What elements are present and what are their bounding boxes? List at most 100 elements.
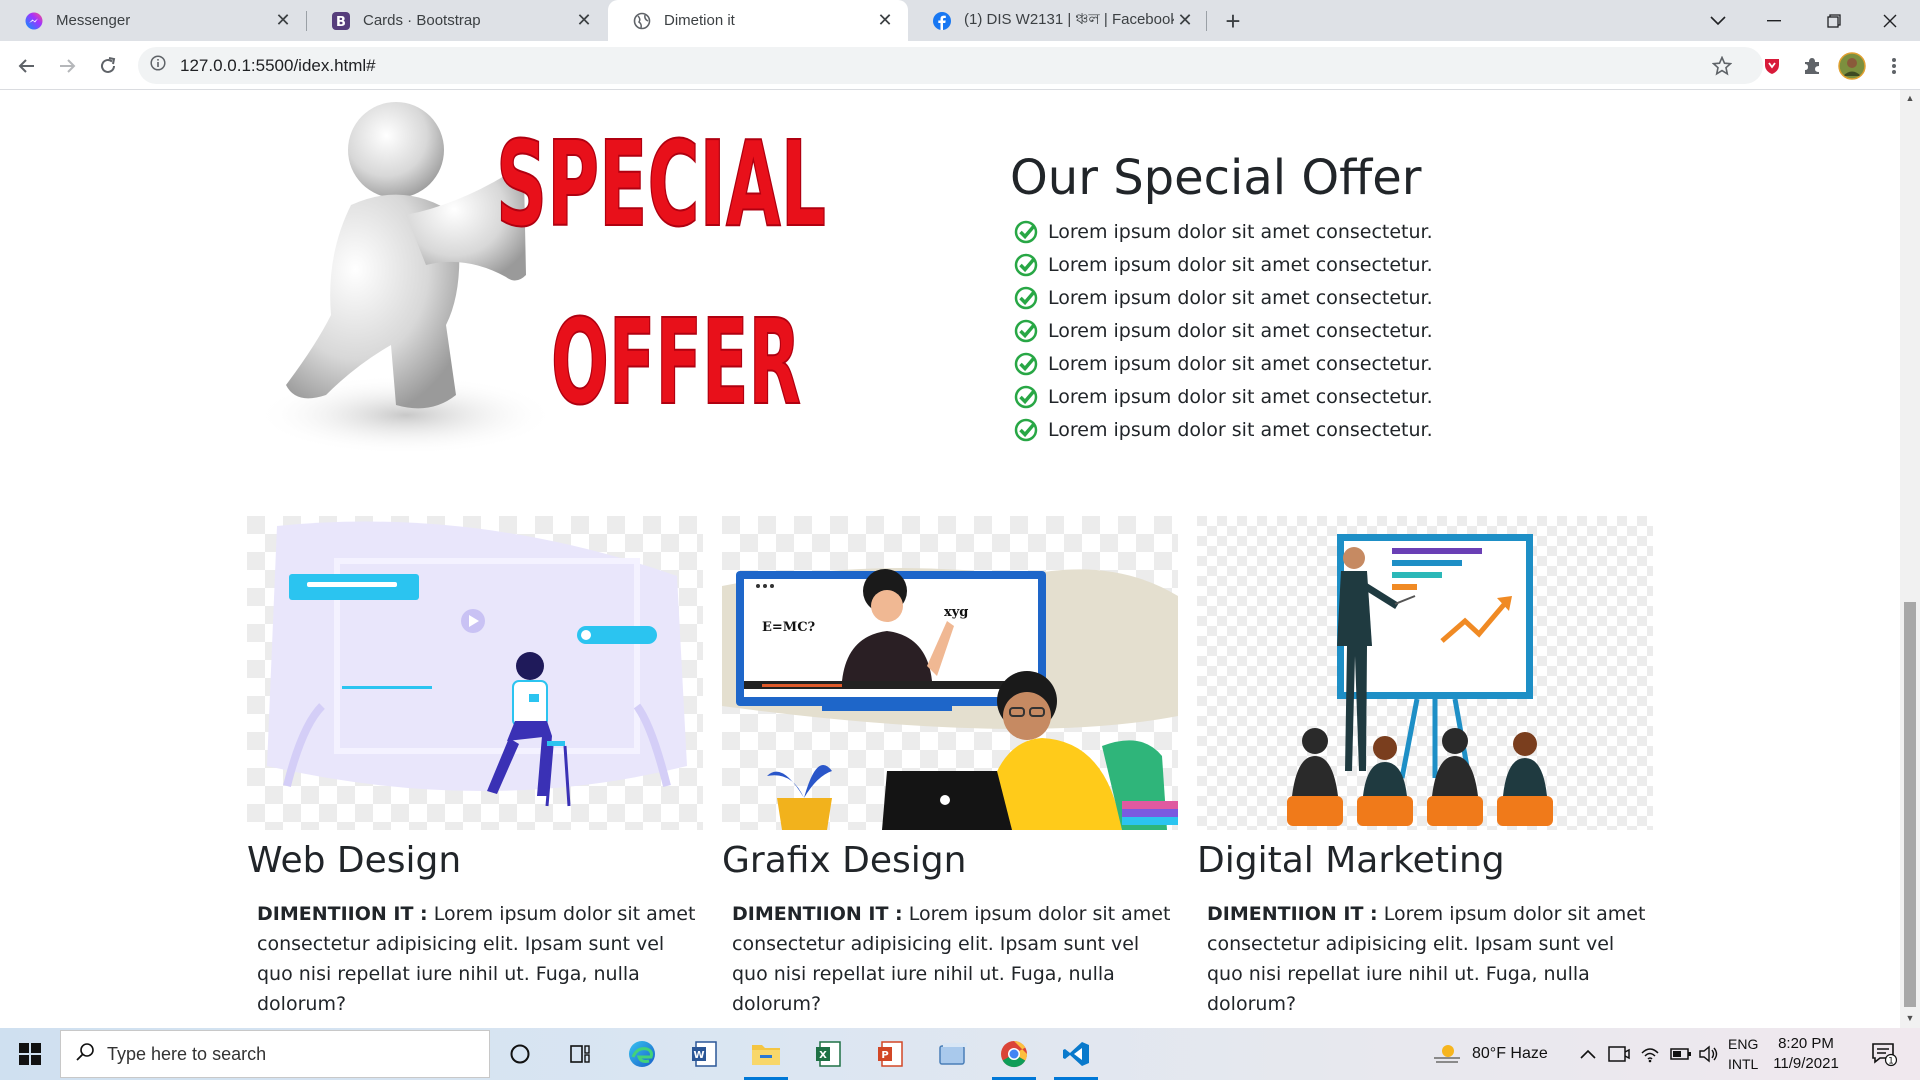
special-offer-image: SPECIAL OFFER <box>256 102 827 451</box>
info-icon[interactable] <box>150 55 166 76</box>
weather-haze-icon <box>1434 1045 1460 1063</box>
svg-text:B: B <box>336 15 346 30</box>
list-item: Lorem ipsum dolor sit amet consectetur. <box>1014 413 1433 446</box>
list-item: Lorem ipsum dolor sit amet consectetur. <box>1014 380 1433 413</box>
battery-icon[interactable] <box>1670 1028 1692 1080</box>
page-viewport: SPECIAL OFFER Our Special Offer Lorem ip… <box>0 90 1900 1028</box>
word-icon[interactable]: W <box>676 1028 732 1080</box>
card-title: Digital Marketing <box>1197 840 1505 881</box>
list-item: Lorem ipsum dolor sit amet consectetur. <box>1014 314 1433 347</box>
tab-facebook[interactable]: (1) DIS W2131 | ঞ্চল | Facebook ✕ <box>908 0 1208 41</box>
close-icon[interactable]: ✕ <box>874 10 896 32</box>
tab-dimetion[interactable]: Dimetion it ✕ <box>608 0 908 41</box>
card-text: DIMENTIION IT : Lorem ipsum dolor sit am… <box>722 899 1178 1019</box>
list-item-text: Lorem ipsum dolor sit amet consectetur. <box>1048 418 1433 441</box>
clock-time: 8:20 PM <box>1778 1035 1834 1052</box>
svg-text:P: P <box>881 1050 888 1061</box>
taskbar-search-input[interactable]: Type here to search <box>60 1030 490 1078</box>
clock-date: 11/9/2021 <box>1773 1055 1839 1072</box>
list-item-text: Lorem ipsum dolor sit amet consectetur. <box>1048 319 1433 342</box>
special-text: SPECIAL <box>496 115 826 253</box>
chrome-icon[interactable] <box>986 1028 1042 1080</box>
reload-button[interactable] <box>91 49 125 83</box>
check-circle-icon <box>1014 319 1038 342</box>
wifi-icon[interactable] <box>1640 1028 1660 1080</box>
cortana-icon[interactable] <box>492 1028 548 1080</box>
tab-search-icon[interactable] <box>1690 0 1746 41</box>
tab-title: Messenger <box>56 12 131 29</box>
card-brand: DIMENTIION IT : <box>732 903 903 925</box>
close-window-button[interactable] <box>1862 0 1918 41</box>
search-placeholder: Type here to search <box>107 1043 267 1064</box>
edge-icon[interactable] <box>614 1028 670 1080</box>
tab-bootstrap[interactable]: B Cards · Bootstrap ✕ <box>307 0 607 41</box>
task-view-icon[interactable] <box>552 1028 608 1080</box>
volume-icon[interactable] <box>1698 1028 1720 1080</box>
facebook-icon <box>932 11 952 31</box>
digital-marketing-image <box>1197 516 1653 830</box>
close-icon[interactable]: ✕ <box>573 10 595 32</box>
scroll-down-icon[interactable]: ▼ <box>1904 1012 1916 1024</box>
card-brand: DIMENTIION IT : <box>257 903 428 925</box>
restore-button[interactable] <box>1806 0 1862 41</box>
svg-text:W: W <box>693 1050 704 1061</box>
list-item-text: Lorem ipsum dolor sit amet consectetur. <box>1048 352 1433 375</box>
list-item-text: Lorem ipsum dolor sit amet consectetur. <box>1048 385 1433 408</box>
profile-avatar[interactable] <box>1836 50 1868 82</box>
card-grafix-design: E=MC? xyg Grafix Design DIMENTIION IT: … <box>722 516 1178 1019</box>
address-bar[interactable]: 127.0.0.1:5500/idex.html# <box>138 47 1763 84</box>
card-brand: DIMENTIION IT : <box>1207 903 1378 925</box>
card-text: DIMENTIION IT : Lorem ipsum dolor sit am… <box>1197 899 1653 1019</box>
card-digital-marketing: Digital Marketing DIMENTIION IT : Lorem … <box>1197 516 1653 1019</box>
tab-messenger[interactable]: Messenger ✕ <box>0 0 306 41</box>
list-item-text: Lorem ipsum dolor sit amet consectetur. <box>1048 220 1433 243</box>
gallery-app-icon[interactable] <box>924 1028 980 1080</box>
tab-strip: Messenger ✕ B Cards · Bootstrap ✕ Dimeti… <box>0 0 1920 41</box>
check-circle-icon <box>1014 253 1038 276</box>
page-scrollbar[interactable]: ▲ ▼ <box>1900 90 1920 1028</box>
bookmark-star-icon[interactable] <box>1706 50 1738 82</box>
globe-icon <box>632 11 652 31</box>
extension-shield-icon[interactable] <box>1756 50 1788 82</box>
list-item-text: Lorem ipsum dolor sit amet consectetur. <box>1048 286 1433 309</box>
list-item: Lorem ipsum dolor sit amet consectetur. <box>1014 281 1433 314</box>
weather-widget[interactable]: 80°F Haze <box>1432 1028 1548 1080</box>
check-circle-icon <box>1014 220 1038 243</box>
check-circle-icon <box>1014 418 1038 441</box>
vscode-icon[interactable] <box>1048 1028 1104 1080</box>
formula-text: E=MC? <box>762 620 816 635</box>
new-tab-button[interactable]: + <box>1218 6 1248 36</box>
notification-icon: 1 <box>1872 1043 1897 1067</box>
notification-count: 1 <box>1888 1057 1894 1067</box>
list-item: Lorem ipsum dolor sit amet consectetur. <box>1014 347 1433 380</box>
scrollbar-thumb[interactable] <box>1904 602 1916 1007</box>
weather-text: 80°F Haze <box>1472 1045 1548 1062</box>
windows-start-button[interactable] <box>0 1028 60 1080</box>
powerpoint-icon[interactable]: P <box>862 1028 918 1080</box>
tab-title: Cards · Bootstrap <box>363 12 481 29</box>
back-button[interactable] <box>10 49 44 83</box>
input-language[interactable]: ENG INTL <box>1728 1028 1758 1080</box>
lang-primary: ENG <box>1728 1036 1759 1052</box>
show-hidden-icons-button[interactable] <box>1580 1028 1596 1080</box>
scroll-up-icon[interactable]: ▲ <box>1904 92 1916 104</box>
extensions-puzzle-icon[interactable] <box>1796 50 1828 82</box>
search-icon <box>75 1042 95 1067</box>
web-design-image <box>247 516 703 830</box>
offer-list: Lorem ipsum dolor sit amet consectetur. … <box>1014 215 1433 446</box>
taskbar-clock[interactable]: 8:20 PM 11/9/2021 <box>1768 1034 1844 1074</box>
forward-button[interactable] <box>50 49 84 83</box>
minimize-button[interactable] <box>1746 0 1802 41</box>
action-center-button[interactable]: 1 <box>1864 1028 1904 1080</box>
close-icon[interactable]: ✕ <box>272 10 294 32</box>
browser-toolbar: 127.0.0.1:5500/idex.html# <box>0 41 1920 90</box>
close-icon[interactable]: ✕ <box>1174 10 1196 32</box>
file-explorer-icon[interactable] <box>738 1028 794 1080</box>
more-menu-icon[interactable] <box>1878 50 1910 82</box>
card-web-design: Web Design DIMENTIION IT : Lorem ipsum d… <box>247 516 703 1019</box>
svg-text:X: X <box>819 1050 827 1061</box>
meet-now-icon[interactable] <box>1608 1028 1630 1080</box>
url-text[interactable]: 127.0.0.1:5500/idex.html# <box>180 56 376 76</box>
grafix-design-image: E=MC? xyg <box>722 516 1178 830</box>
excel-icon[interactable]: X <box>800 1028 856 1080</box>
